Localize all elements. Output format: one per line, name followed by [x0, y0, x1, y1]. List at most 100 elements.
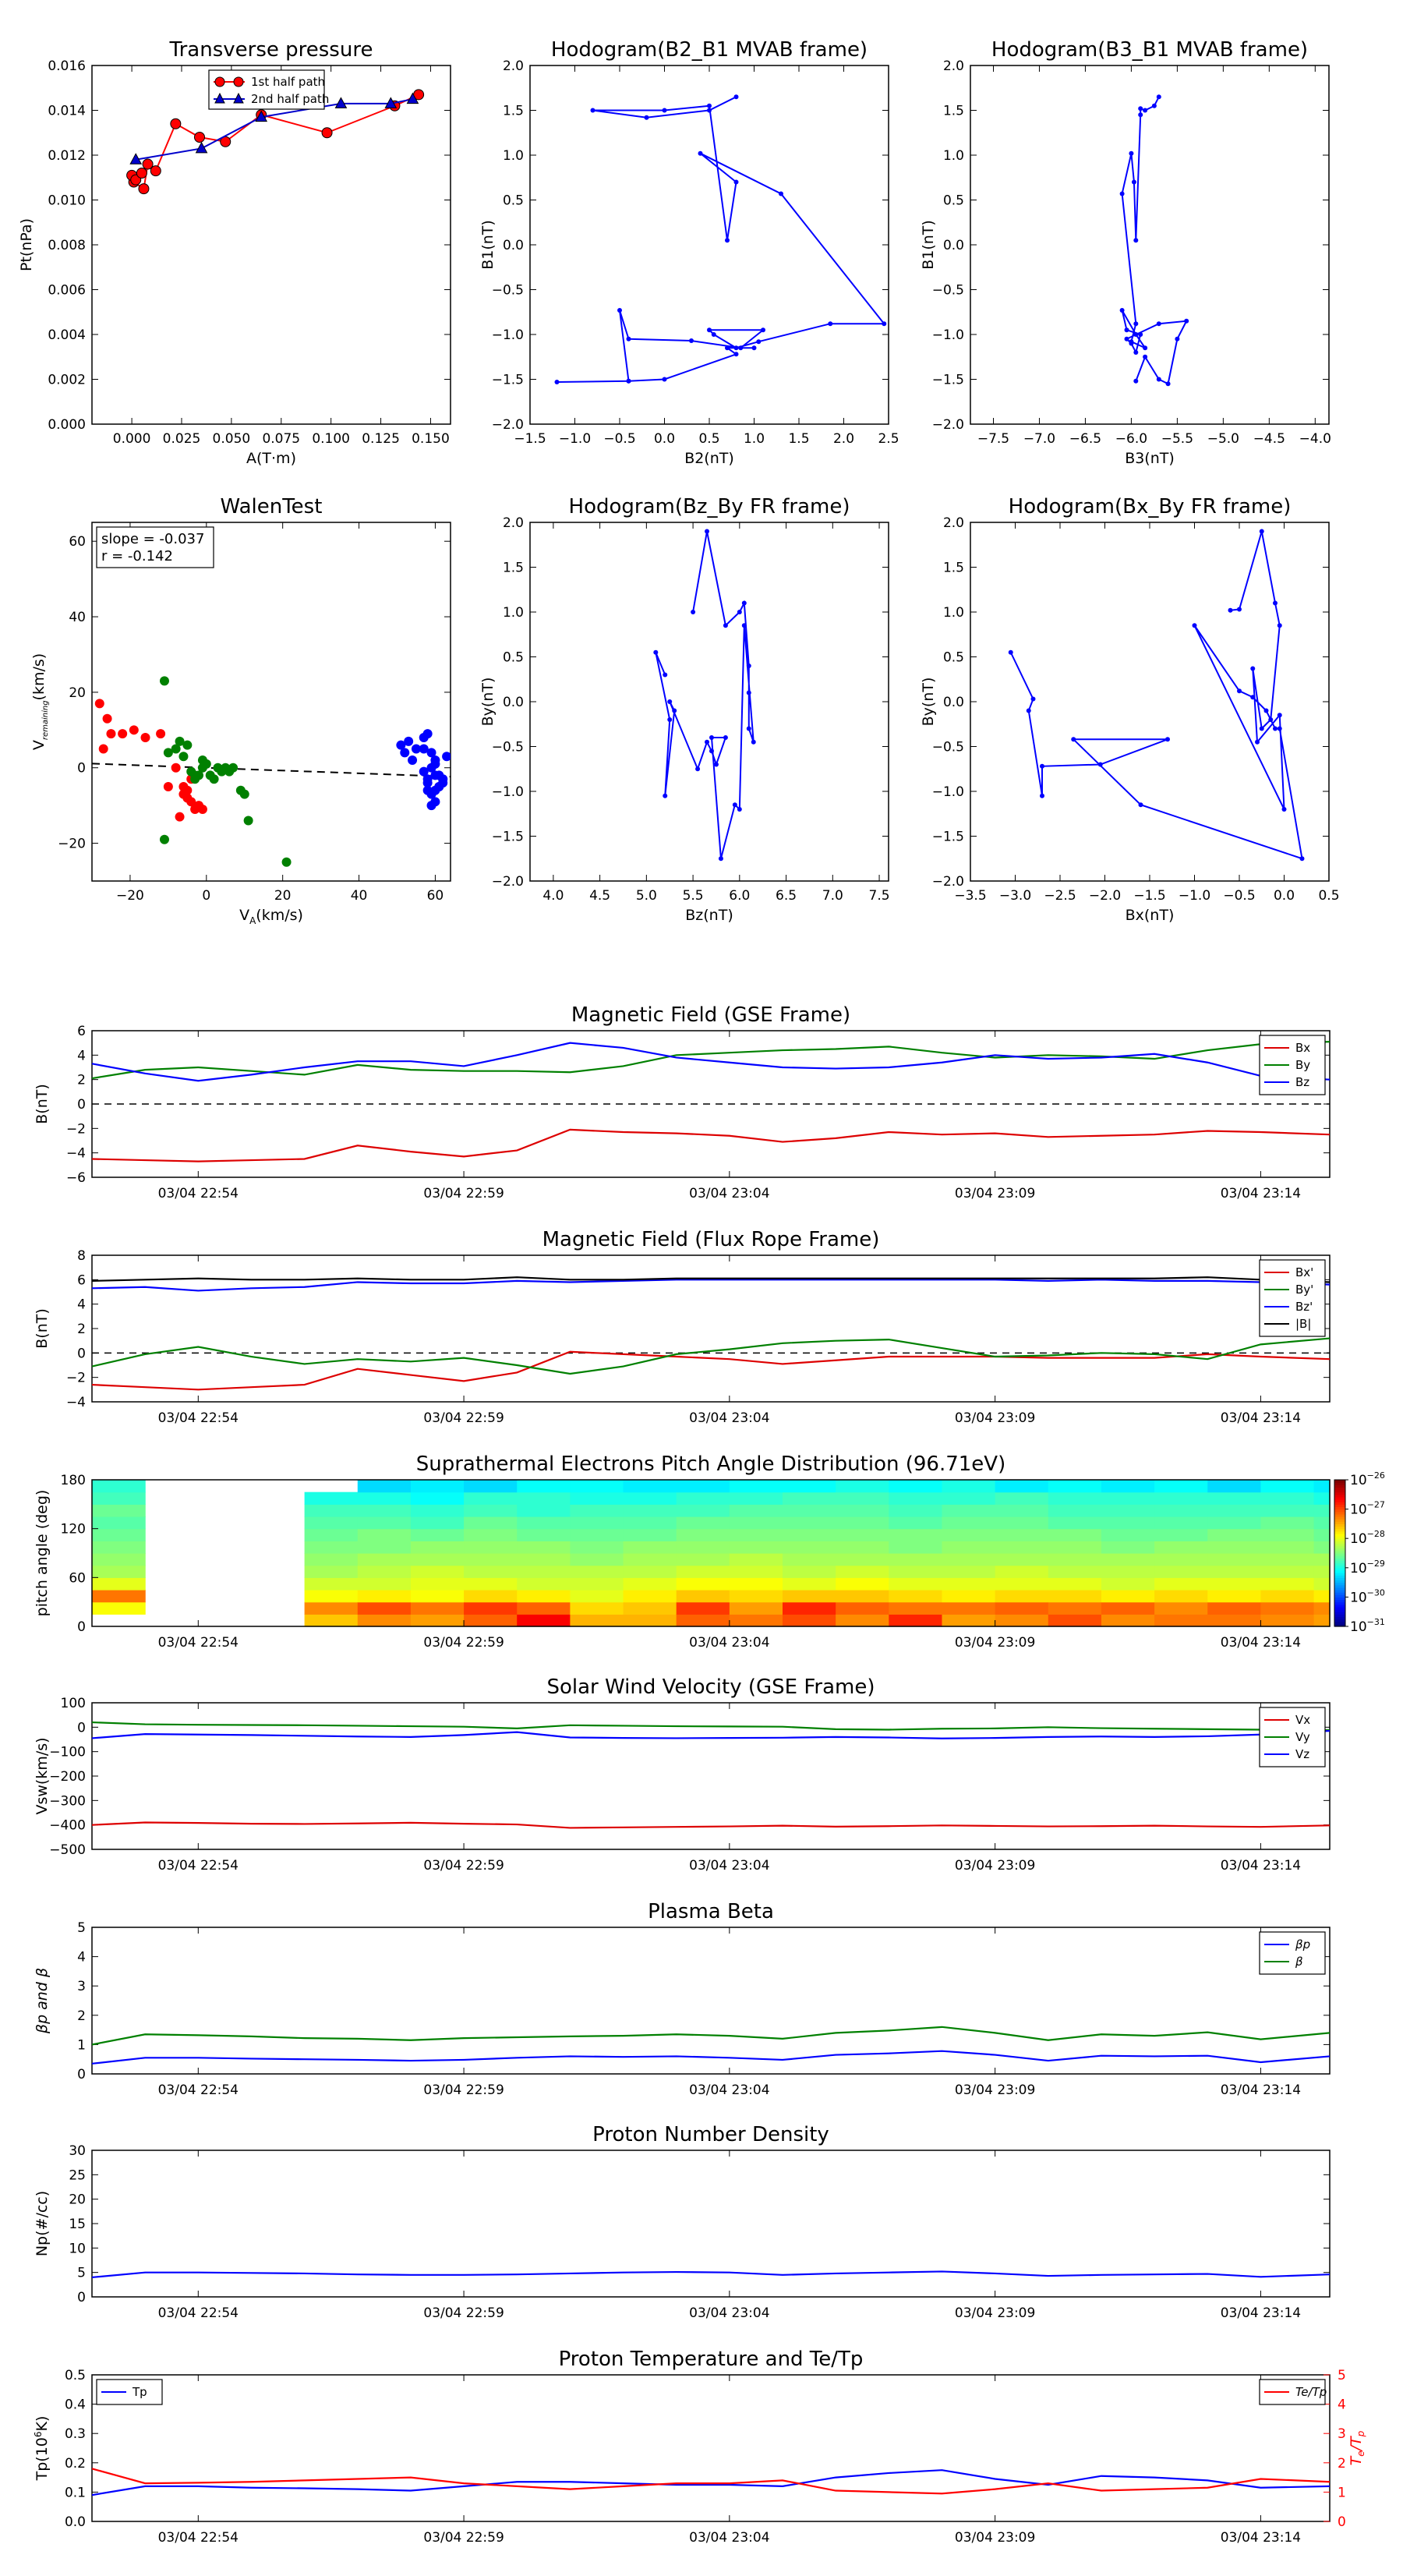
data-point [422, 774, 433, 784]
heatmap-cell [676, 1516, 730, 1530]
data-point [1250, 666, 1256, 671]
heatmap-cell [889, 1541, 943, 1554]
heatmap-cell [1260, 1491, 1315, 1505]
heatmap-cell [995, 1565, 1049, 1578]
heatmap-cell [1048, 1577, 1102, 1591]
heatmap-cell [889, 1577, 943, 1591]
y-tick-label: −100 [49, 1745, 86, 1760]
heatmap-cell [942, 1577, 996, 1591]
data-point [741, 623, 747, 628]
data-point [1129, 341, 1134, 346]
data-point [1040, 793, 1044, 798]
plot-area [92, 2270, 1330, 2279]
series-line [92, 1821, 1330, 1829]
heatmap-cell [942, 1480, 996, 1493]
heatmap-cell [942, 1614, 996, 1627]
heatmap-cell [410, 1553, 465, 1566]
data-point [1259, 726, 1264, 731]
heatmap-cell [304, 1553, 359, 1566]
heatmap-cell [889, 1491, 943, 1505]
y2-tick-label: 5 [1338, 2368, 1346, 2383]
x-axis-label: B2(nT) [684, 450, 734, 467]
legend-marker [214, 76, 225, 87]
y-tick-label: −200 [49, 1769, 86, 1785]
data-point [1040, 763, 1044, 769]
data-point [1143, 108, 1148, 113]
heatmap-cell [783, 1614, 836, 1627]
panel-h4: Hodogram(Bx_By FR frame) −3.5 −3.0 −2.5 −2.0… [920, 495, 1340, 924]
heatmap-cell [889, 1590, 943, 1603]
chart-title: Hodogram(B2_B1 MVAB frame) [551, 38, 868, 62]
legend-label: Bx' [1295, 1265, 1313, 1279]
x-tick-label: 0.0 [654, 431, 675, 447]
heatmap-cell [1154, 1516, 1208, 1530]
heatmap-cell [995, 1528, 1049, 1541]
plot-area [92, 1276, 1330, 1391]
data-point [209, 774, 219, 784]
heatmap-cell [517, 1553, 571, 1566]
heatmap-cell [1101, 1565, 1155, 1578]
x-tick-label: −0.5 [1223, 888, 1255, 904]
x-tick-label: 0.100 [312, 431, 350, 447]
y-tick-label: −1.5 [492, 830, 524, 845]
y-tick-label: 1 [77, 2037, 86, 2053]
legend-label: Tp [132, 2385, 147, 2399]
data-point [94, 699, 104, 709]
colorbar-tick: 10−31 [1345, 1617, 1385, 1635]
colorbar-tick: 10−29 [1345, 1559, 1385, 1576]
y-tick-label: 180 [61, 1473, 86, 1488]
colorbar-tick: 10−27 [1345, 1500, 1385, 1518]
heatmap-cell [410, 1601, 465, 1615]
data-point [430, 759, 440, 769]
y-tick-label: 0.008 [48, 238, 86, 253]
heatmap-cell [517, 1565, 571, 1578]
data-point [707, 108, 712, 113]
heatmap-cell [889, 1565, 943, 1578]
heatmap-cell [92, 1528, 146, 1541]
data-point [159, 676, 169, 686]
heatmap-cell [1260, 1590, 1315, 1603]
heatmap-cell [1154, 1565, 1208, 1578]
legend-label: |B| [1295, 1317, 1311, 1331]
heatmap-cell [1048, 1491, 1102, 1505]
heatmap-cell [1154, 1491, 1208, 1505]
y-tick-label: −2.0 [492, 417, 524, 433]
heatmap-cell [304, 1491, 359, 1505]
data-point [194, 132, 205, 143]
heatmap-cell [942, 1491, 996, 1505]
x-tick-label: 2.0 [833, 431, 854, 447]
y-tick-label: 1.5 [503, 561, 524, 576]
x-tick-label: −4.0 [1299, 431, 1331, 447]
x-tick-label: 03/04 23:04 [689, 1858, 769, 1874]
colorbar-tick: 10−30 [1345, 1587, 1385, 1605]
legend-label: Vz [1295, 1747, 1309, 1761]
heatmap-cell [410, 1541, 465, 1554]
legend-marker [233, 76, 244, 87]
heatmap-cell [729, 1528, 783, 1541]
heatmap-cell [1313, 1528, 1331, 1541]
legend-label: Bx [1295, 1041, 1310, 1055]
data-point [617, 307, 622, 313]
heatmap-cell [570, 1590, 624, 1603]
x-tick-label: 0.5 [698, 431, 719, 447]
chart-title: Magnetic Field (GSE Frame) [571, 1003, 850, 1027]
figure-canvas: Transverse pressure0.000 0.025 0.050 0.075 0… [18, 38, 1385, 2546]
data-point [404, 736, 414, 746]
x-tick-label: 03/04 23:09 [955, 1635, 1035, 1651]
legend-label: Te/Tp [1295, 2385, 1327, 2399]
x-axis-label: Bx(nT) [1126, 907, 1175, 924]
y-axis-label: B1(nT) [479, 220, 497, 270]
plot-frame [91, 1927, 1331, 2075]
heatmap-cell [836, 1491, 889, 1505]
plot-frame [91, 2374, 1331, 2522]
heatmap-cell [623, 1504, 677, 1517]
y-tick-label: 25 [69, 2167, 86, 2183]
data-point [178, 752, 189, 762]
plot-frame [91, 65, 451, 425]
x-tick-label: −20 [116, 888, 144, 904]
y-tick-label: 1.0 [943, 605, 964, 621]
y-axis-label: Tp(106K) [33, 2416, 51, 2482]
data-point [98, 744, 108, 754]
heatmap-cell [92, 1565, 146, 1578]
heatmap-cell [676, 1614, 730, 1627]
